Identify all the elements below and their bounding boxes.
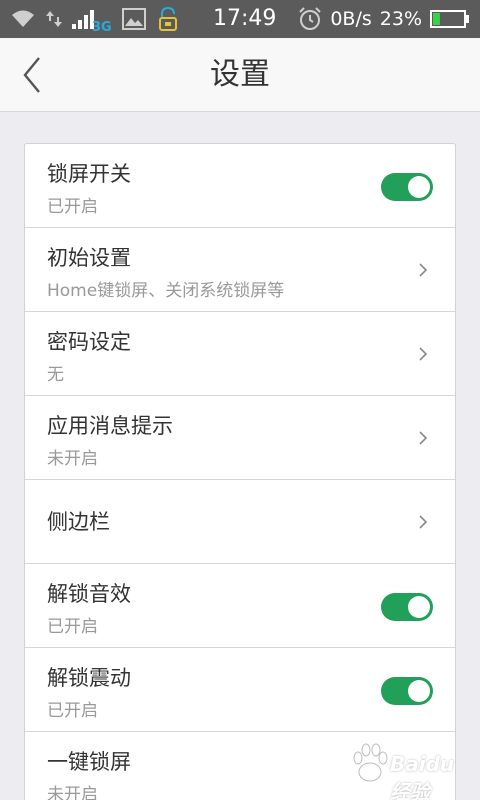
chevron-right-icon: [419, 431, 428, 445]
setting-row-lockscreen-switch[interactable]: 锁屏开关 已开启: [25, 144, 455, 228]
setting-row-unlock-sound[interactable]: 解锁音效 已开启: [25, 564, 455, 648]
settings-list: 锁屏开关 已开启 初始设置 Home键锁屏、关闭系统锁屏等 密码设定 无 应用消…: [24, 143, 456, 800]
setting-title: 解锁震动: [47, 666, 131, 690]
setting-title: 密码设定: [47, 330, 131, 354]
network-speed: 0B/s: [330, 8, 372, 30]
setting-subtitle: 未开启: [47, 785, 98, 800]
setting-title: 一键锁屏: [47, 750, 131, 774]
paw-logo-icon: [353, 743, 388, 782]
setting-title: 应用消息提示: [47, 414, 173, 438]
toggle-knob: [408, 680, 430, 702]
chevron-left-icon: [23, 57, 40, 93]
battery-percent: 23%: [379, 8, 422, 30]
setting-subtitle: 未开启: [47, 449, 98, 469]
page-title: 设置: [210, 57, 270, 92]
chevron-right-icon: [419, 263, 428, 277]
setting-row-initial-settings[interactable]: 初始设置 Home键锁屏、关闭系统锁屏等: [25, 228, 455, 312]
baidu-watermark: Baidu 经验: [350, 740, 470, 800]
title-bar: 设置: [0, 38, 480, 112]
setting-subtitle: Home键锁屏、关闭系统锁屏等: [47, 281, 285, 301]
toggle-knob: [408, 176, 430, 198]
toggle-knob: [408, 596, 430, 618]
status-time: 17:49: [213, 6, 277, 31]
setting-title: 锁屏开关: [47, 162, 131, 186]
battery-icon: [430, 10, 469, 28]
setting-row-unlock-vibration[interactable]: 解锁震动 已开启: [25, 648, 455, 732]
watermark-text: Baidu 经验: [390, 752, 455, 800]
wifi-icon: [12, 10, 34, 27]
back-button[interactable]: [10, 52, 54, 98]
chevron-right-icon: [419, 515, 428, 529]
setting-title: 初始设置: [47, 246, 131, 270]
status-bar: 3G 17:49 0B/s 23%: [0, 0, 480, 38]
status-left-icons: 3G: [10, 6, 180, 35]
data-arrows-icon: [46, 11, 62, 27]
lock-notification-icon: [158, 6, 177, 31]
setting-subtitle: 已开启: [47, 197, 98, 217]
setting-row-app-notifications[interactable]: 应用消息提示 未开启: [25, 396, 455, 480]
setting-title: 侧边栏: [47, 510, 110, 534]
network-type-label: 3G: [92, 20, 112, 35]
chevron-right-icon: [419, 347, 428, 361]
unlock-sound-toggle[interactable]: [381, 593, 433, 621]
setting-subtitle: 无: [47, 365, 64, 385]
setting-subtitle: 已开启: [47, 617, 98, 637]
unlock-vibration-toggle[interactable]: [381, 677, 433, 705]
setting-row-sidebar[interactable]: 侧边栏: [25, 480, 455, 564]
lockscreen-toggle[interactable]: [381, 173, 433, 201]
status-right-icons: 0B/s 23%: [298, 6, 470, 32]
setting-subtitle: 已开启: [47, 701, 98, 721]
alarm-icon: [299, 7, 322, 30]
setting-row-password[interactable]: 密码设定 无: [25, 312, 455, 396]
image-notification-icon: [121, 8, 146, 30]
setting-title: 解锁音效: [47, 582, 131, 606]
